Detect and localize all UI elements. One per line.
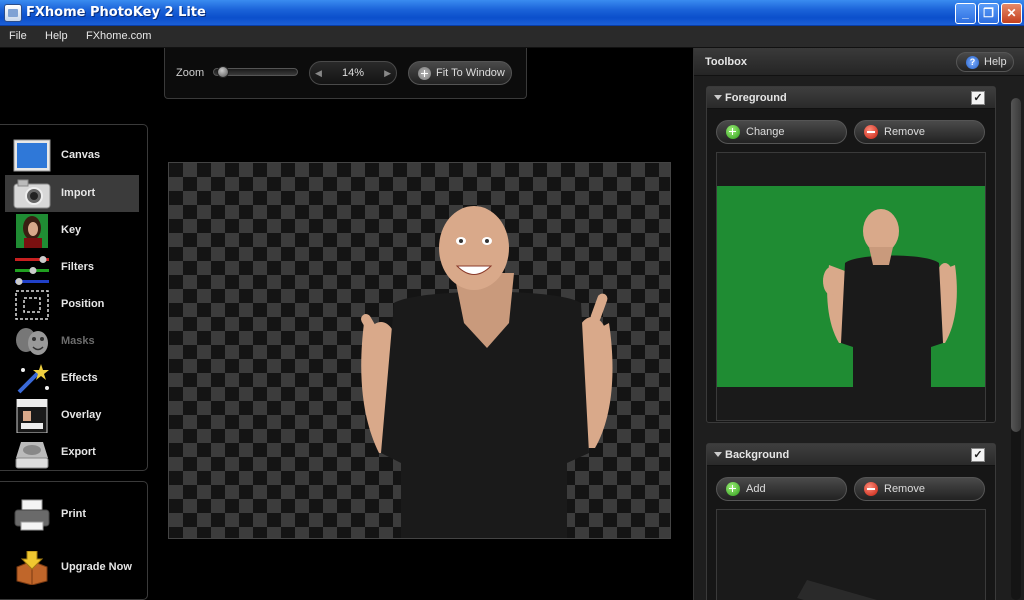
remove-minus-icon — [864, 125, 878, 139]
position-marquee-icon — [15, 290, 49, 320]
toolbox-help-label: Help — [984, 56, 1007, 68]
nav-label-position: Position — [61, 298, 105, 310]
workflow-nav-panel: Canvas Import Key Filters Position Masks… — [0, 124, 148, 471]
zoom-increase-icon[interactable]: ▶ — [384, 67, 391, 79]
toolbox-panel: Toolbox ? Help Foreground ✓ Change Remov… — [693, 48, 1024, 600]
nav-item-overlay[interactable]: Overlay — [5, 397, 139, 434]
fit-to-window-label: Fit To Window — [436, 67, 505, 79]
overlay-magazine-icon — [16, 399, 48, 433]
restore-button[interactable]: ❐ — [978, 3, 999, 24]
nav-label-masks: Masks — [61, 335, 95, 347]
toolbox-title: Toolbox — [705, 56, 747, 68]
background-add-label: Add — [746, 483, 766, 495]
printer-icon — [14, 499, 50, 531]
menu-fxhome-link[interactable]: FXhome.com — [86, 30, 151, 42]
zoom-decrease-icon[interactable]: ◀ — [315, 67, 322, 79]
foreground-preview — [716, 152, 986, 421]
close-button[interactable]: ✕ — [1001, 3, 1022, 24]
foreground-change-label: Change — [746, 126, 785, 138]
title-bar: FXhome PhotoKey 2 Lite _ ❐ ✕ — [0, 0, 1024, 26]
magic-wand-icon — [17, 364, 49, 394]
background-remove-button[interactable]: Remove — [854, 477, 985, 501]
toolbox-scrollbar[interactable] — [1011, 98, 1021, 600]
menu-file[interactable]: File — [9, 30, 27, 42]
remove-minus-icon — [864, 482, 878, 496]
background-section-header[interactable]: Background ✓ — [707, 444, 995, 466]
foreground-section: Foreground ✓ Change Remove — [706, 86, 996, 423]
nav-item-position[interactable]: Position — [5, 286, 139, 323]
background-placeholder-graphic — [797, 580, 877, 600]
foreground-section-header[interactable]: Foreground ✓ — [707, 87, 995, 109]
foreground-enabled-checkbox[interactable]: ✓ — [971, 91, 985, 105]
extras-nav-panel: Print Upgrade Now — [0, 481, 148, 600]
nav-item-upgrade[interactable]: Upgrade Now — [5, 549, 139, 589]
zoom-slider-thumb[interactable] — [216, 66, 229, 78]
nav-label-filters: Filters — [61, 261, 95, 273]
zoom-toolbar: Zoom ◀ 14% ▶ Fit To Window — [164, 48, 527, 99]
fit-plus-icon — [418, 67, 431, 80]
nav-item-masks: Masks — [5, 323, 139, 360]
window-title: FXhome PhotoKey 2 Lite — [26, 5, 206, 20]
nav-item-export[interactable]: Export — [5, 434, 139, 471]
background-section: Background ✓ Add Remove — [706, 443, 996, 600]
background-add-button[interactable]: Add — [716, 477, 847, 501]
minimize-button[interactable]: _ — [955, 3, 976, 24]
menu-help[interactable]: Help — [45, 30, 68, 42]
toolbox-scroll-thumb[interactable] — [1011, 98, 1021, 432]
fit-to-window-button[interactable]: Fit To Window — [408, 61, 512, 85]
minimize-icon: _ — [962, 6, 969, 20]
app-icon[interactable] — [4, 4, 22, 22]
nav-label-import: Import — [61, 187, 96, 199]
theatre-masks-icon — [16, 328, 48, 355]
collapse-caret-icon[interactable] — [714, 452, 722, 457]
zoom-value-field[interactable]: ◀ 14% ▶ — [309, 61, 397, 85]
menu-bar: File Help FXhome.com — [0, 26, 1024, 48]
close-icon: ✕ — [1006, 6, 1017, 20]
camera-icon — [13, 179, 51, 209]
collapse-caret-icon[interactable] — [714, 95, 722, 100]
nav-label-canvas: Canvas — [61, 149, 101, 161]
nav-label-print: Print — [61, 508, 87, 520]
upgrade-box-icon — [16, 551, 48, 585]
nav-label-effects: Effects — [61, 372, 98, 384]
nav-item-import[interactable]: Import — [5, 175, 139, 212]
foreground-thumbnail-image — [717, 186, 985, 387]
restore-icon: ❐ — [983, 6, 994, 20]
foreground-remove-label: Remove — [884, 126, 925, 138]
background-remove-label: Remove — [884, 483, 925, 495]
background-enabled-checkbox[interactable]: ✓ — [971, 448, 985, 462]
canvas-icon — [13, 139, 51, 172]
sliders-icon — [15, 256, 49, 285]
nav-label-key: Key — [61, 224, 82, 236]
add-plus-icon — [726, 125, 740, 139]
help-icon: ? — [966, 56, 979, 69]
export-disk-icon — [15, 442, 49, 469]
nav-item-filters[interactable]: Filters — [5, 249, 139, 286]
toolbox-header: Toolbox ? Help — [694, 48, 1024, 76]
nav-label-overlay: Overlay — [61, 409, 102, 421]
zoom-value: 14% — [341, 67, 365, 79]
toolbox-help-button[interactable]: ? Help — [956, 52, 1014, 72]
nav-item-canvas[interactable]: Canvas — [5, 137, 139, 174]
nav-item-effects[interactable]: Effects — [5, 360, 139, 397]
image-canvas[interactable] — [168, 162, 671, 539]
background-title: Background — [725, 449, 790, 461]
background-preview — [716, 509, 986, 600]
nav-label-export: Export — [61, 446, 96, 458]
foreground-remove-button[interactable]: Remove — [854, 120, 985, 144]
nav-item-key[interactable]: Key — [5, 212, 139, 249]
add-plus-icon — [726, 482, 740, 496]
foreground-title: Foreground — [725, 92, 787, 104]
foreground-change-button[interactable]: Change — [716, 120, 847, 144]
nav-item-print[interactable]: Print — [5, 496, 139, 536]
zoom-label: Zoom — [176, 67, 205, 79]
nav-label-upgrade: Upgrade Now — [61, 561, 132, 573]
key-portrait-icon — [16, 214, 48, 248]
keyed-subject-image — [361, 206, 613, 538]
